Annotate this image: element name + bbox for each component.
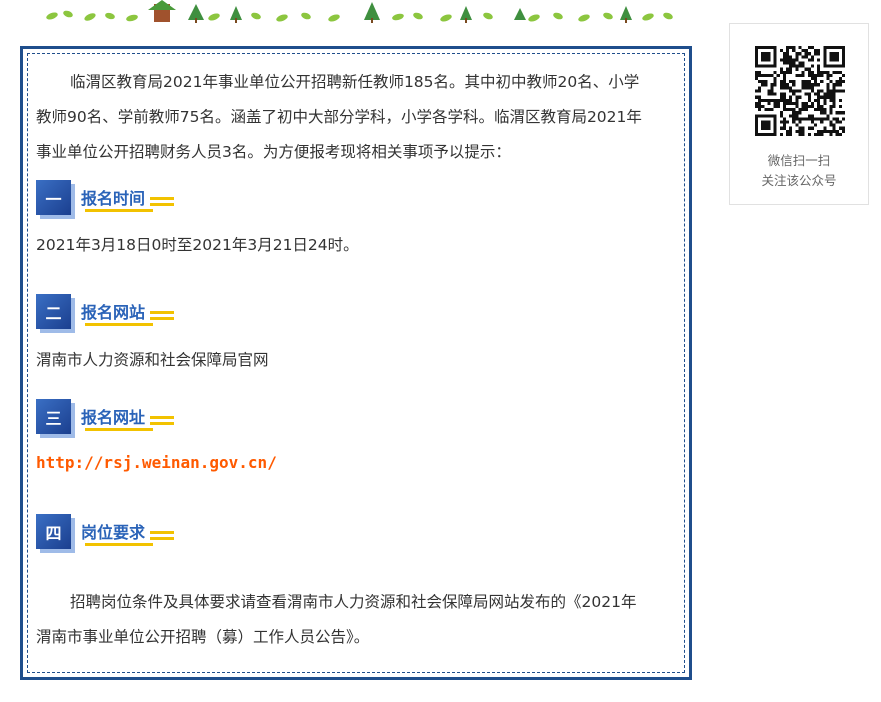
- section-1-content: 2021年3月18日0时至2021年3月21日24时。: [36, 236, 359, 254]
- yellow-lines-decoration: [150, 311, 174, 327]
- section-number-badge: 三: [36, 399, 71, 434]
- section-title: 岗位要求: [81, 523, 146, 542]
- intro-line-3: 事业单位公开招聘财务人员3名。为方便报考现将相关事项予以提示：: [36, 143, 511, 161]
- qr-code-image: [755, 46, 845, 136]
- section-number-badge: 二: [36, 294, 71, 329]
- section-header-1: 一 报名时间: [36, 180, 236, 226]
- title-underline: [85, 543, 153, 546]
- section-2-content: 渭南市人力资源和社会保障局官网: [36, 351, 269, 369]
- title-underline: [85, 209, 153, 212]
- section-header-2: 二 报名网站: [36, 294, 236, 340]
- section-title: 报名网址: [81, 408, 146, 427]
- intro-line-2: 教师90名、学前教师75名。涵盖了初中大部分学科，小学各学科。临渭区教育局202…: [36, 108, 642, 126]
- title-underline: [85, 323, 153, 326]
- decorative-leaf-border: [46, 0, 673, 23]
- section-number-badge: 一: [36, 180, 71, 215]
- yellow-lines-decoration: [150, 416, 174, 432]
- qr-caption-scan: 微信扫一扫: [767, 153, 831, 168]
- qr-code-card: 微信扫一扫 关注该公众号: [729, 23, 869, 205]
- intro-line-1: 临渭区教育局2021年事业单位公开招聘新任教师185名。其中初中教师20名、小学: [70, 73, 640, 91]
- registration-url-link[interactable]: http://rsj.weinan.gov.cn/: [36, 453, 277, 472]
- yellow-lines-decoration: [150, 197, 174, 213]
- title-underline: [85, 428, 153, 431]
- section-4-content-line-2: 渭南市事业单位公开招聘（募）工作人员公告》。: [36, 628, 370, 646]
- section-title: 报名网站: [81, 303, 146, 322]
- section-header-4: 四 岗位要求: [36, 514, 236, 560]
- qr-caption-follow: 关注该公众号: [761, 173, 837, 188]
- section-number-badge: 四: [36, 514, 71, 549]
- section-header-3: 三 报名网址: [36, 399, 236, 445]
- yellow-lines-decoration: [150, 531, 174, 547]
- section-title: 报名时间: [81, 189, 146, 208]
- section-4-content-line-1: 招聘岗位条件及具体要求请查看渭南市人力资源和社会保障局网站发布的《2021年: [70, 593, 637, 611]
